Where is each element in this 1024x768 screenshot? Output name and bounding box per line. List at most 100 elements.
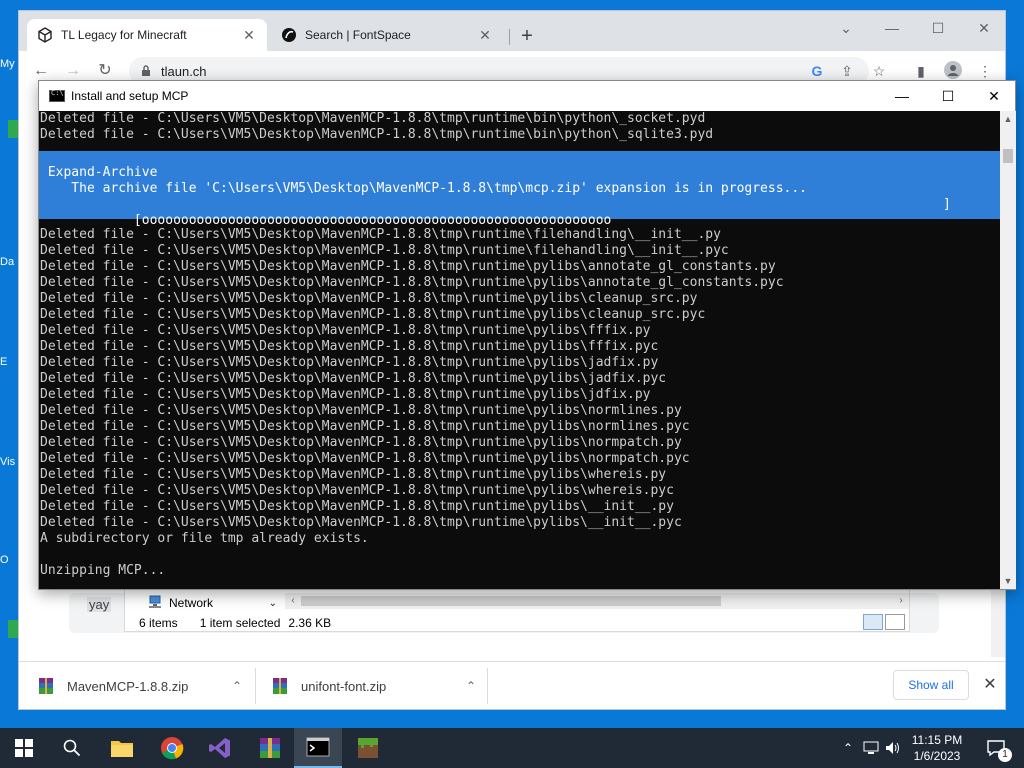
console-line: Deleted file - C:\Users\VM5\Desktop\Mave…	[40, 323, 651, 338]
console-line: Deleted file - C:\Users\VM5\Desktop\Mave…	[40, 435, 682, 450]
bookmark-star-icon[interactable]: ☆	[869, 61, 889, 81]
minimize-button[interactable]: —	[879, 81, 925, 111]
network-tray-icon[interactable]	[860, 728, 882, 768]
scrollbar-thumb[interactable]	[301, 596, 721, 606]
tab-label: TL Legacy for Minecraft	[61, 28, 187, 42]
nav-pane-item-network[interactable]: Network ⌄	[125, 591, 281, 615]
taskbar-chrome[interactable]	[148, 728, 196, 768]
chevron-up-icon[interactable]: ⌃	[227, 679, 247, 693]
profile-avatar-icon[interactable]	[943, 61, 963, 81]
console-line: Unzipping MCP...	[40, 563, 166, 578]
chrome-icon	[161, 737, 184, 760]
console-line: Deleted file - C:\Users\VM5\Desktop\Mave…	[40, 483, 674, 498]
google-icon[interactable]: G	[807, 61, 827, 81]
minimize-button[interactable]: —	[869, 15, 915, 41]
progress-bar-end: ]	[943, 197, 951, 212]
close-icon[interactable]: ✕	[477, 27, 493, 44]
console-line: Deleted file - C:\Users\VM5\Desktop\Mave…	[40, 127, 714, 142]
search-button[interactable]	[48, 728, 96, 768]
download-separator	[255, 668, 256, 704]
tray-chevron-up-icon[interactable]: ⌃	[838, 728, 858, 768]
scroll-left-arrow-icon[interactable]: ‹	[285, 593, 301, 609]
tab-separator	[509, 29, 510, 45]
tab-search-button[interactable]: ⌄	[823, 15, 869, 41]
close-icon[interactable]: ✕	[979, 674, 1001, 696]
maximize-button[interactable]: ☐	[915, 15, 961, 41]
desktop-label: Da	[0, 256, 15, 268]
lock-icon	[141, 65, 151, 76]
side-panel-icon[interactable]: ▮	[911, 61, 931, 81]
system-clock[interactable]: 11:15 PM 1/6/2023	[904, 732, 970, 764]
nav-pane-label: Network	[169, 596, 214, 610]
scroll-down-arrow-icon[interactable]: ▼	[1000, 573, 1016, 589]
console-line: Deleted file - C:\Users\VM5\Desktop\Mave…	[40, 419, 690, 434]
page-card-text: yay	[87, 597, 112, 612]
chevron-up-icon[interactable]: ⌃	[461, 679, 481, 693]
desktop-label: My	[0, 58, 15, 70]
console-line: Deleted file - C:\Users\VM5\Desktop\Mave…	[40, 339, 659, 354]
console-line: Deleted file - C:\Users\VM5\Desktop\Mave…	[40, 291, 698, 306]
console-scrollbar[interactable]: ▲ ▼	[1000, 111, 1016, 589]
status-bar: 6 items 1 item selected 2.36 KB	[125, 613, 909, 633]
clock-time: 11:15 PM	[911, 733, 963, 747]
start-button[interactable]	[0, 728, 48, 768]
downloads-shelf: MavenMCP-1.8.8.zip ⌃ unifont-font.zip ⌃ …	[19, 661, 1005, 709]
maximize-button[interactable]: ☐	[925, 81, 971, 111]
download-separator	[487, 668, 488, 704]
show-all-button[interactable]: Show all	[893, 670, 969, 700]
desktop-label: O	[0, 554, 9, 566]
desktop-icon[interactable]	[8, 620, 18, 638]
taskbar-winrar[interactable]	[246, 728, 294, 768]
progress-bar-fill: [ooooooooooooooooooooooooooooooooooooooo…	[102, 213, 612, 228]
console-line: Deleted file - C:\Users\VM5\Desktop\Mave…	[40, 227, 721, 242]
console-line: Deleted file - C:\Users\VM5\Desktop\Mave…	[40, 515, 682, 530]
taskbar: ⌃ 11:15 PM 1/6/2023 1	[0, 728, 1024, 768]
large-icons-view-icon[interactable]	[885, 614, 905, 630]
progress-heading: Expand-Archive	[40, 165, 158, 180]
console-output[interactable]: Deleted file - C:\Users\VM5\Desktop\Mave…	[39, 111, 1000, 589]
notification-count: 1	[998, 748, 1012, 762]
tab-strip: TL Legacy for Minecraft ✕ Search | FontS…	[19, 11, 1005, 51]
taskbar-minecraft[interactable]	[344, 728, 392, 768]
tab-fontspace[interactable]: Search | FontSpace ✕	[271, 19, 503, 51]
new-tab-button[interactable]: +	[515, 25, 539, 49]
status-size: 2.36 KB	[288, 616, 332, 630]
download-item[interactable]: unifont-font.zip ⌃	[271, 670, 481, 702]
clock-date: 1/6/2023	[913, 749, 961, 763]
fontspace-icon	[281, 27, 297, 43]
console-lines-after: Deleted file - C:\Users\VM5\Desktop\Mave…	[39, 227, 1000, 579]
desktop-icon[interactable]	[8, 120, 18, 138]
menu-kebab-icon[interactable]: ⋮	[975, 61, 995, 81]
taskbar-visual-studio[interactable]	[196, 728, 244, 768]
console-title: Install and setup MCP	[71, 89, 189, 103]
tab-tl-legacy[interactable]: TL Legacy for Minecraft ✕	[27, 19, 267, 51]
console-line: Deleted file - C:\Users\VM5\Desktop\Mave…	[40, 387, 651, 402]
share-icon[interactable]: ⇪	[837, 61, 857, 81]
close-icon[interactable]: ✕	[241, 27, 257, 44]
close-window-button[interactable]: ✕	[961, 15, 1007, 41]
taskbar-command-prompt[interactable]	[294, 728, 342, 768]
console-line: Deleted file - C:\Users\VM5\Desktop\Mave…	[40, 243, 729, 258]
visual-studio-icon	[209, 738, 230, 758]
progress-bar: [ooooooooooooooooooooooooooooooooooooooo…	[39, 197, 1000, 228]
view-toggle	[863, 614, 905, 630]
details-view-icon[interactable]	[863, 614, 883, 630]
taskbar-file-explorer[interactable]	[98, 728, 146, 768]
close-window-button[interactable]: ✕	[971, 81, 1017, 111]
status-item-count: 6 items	[139, 616, 178, 630]
notification-center-button[interactable]: 1	[976, 728, 1016, 768]
status-selected: 1 item selected	[199, 616, 281, 630]
scroll-right-arrow-icon[interactable]: ›	[893, 593, 909, 609]
console-titlebar[interactable]: Install and setup MCP — ☐ ✕	[39, 81, 1015, 111]
download-item[interactable]: MavenMCP-1.8.8.zip ⌃	[37, 670, 247, 702]
console-line: Deleted file - C:\Users\VM5\Desktop\Mave…	[40, 499, 674, 514]
windows-icon	[15, 739, 33, 757]
volume-icon[interactable]	[882, 728, 904, 768]
winrar-archive-icon	[37, 677, 55, 695]
scrollbar-thumb[interactable]	[1003, 149, 1013, 163]
search-icon	[63, 739, 81, 757]
scroll-up-arrow-icon[interactable]: ▲	[1000, 111, 1016, 127]
console-line: Deleted file - C:\Users\VM5\Desktop\Mave…	[40, 403, 682, 418]
horizontal-scrollbar[interactable]: ‹ ›	[285, 593, 909, 609]
chevron-down-icon[interactable]: ⌄	[269, 598, 277, 609]
